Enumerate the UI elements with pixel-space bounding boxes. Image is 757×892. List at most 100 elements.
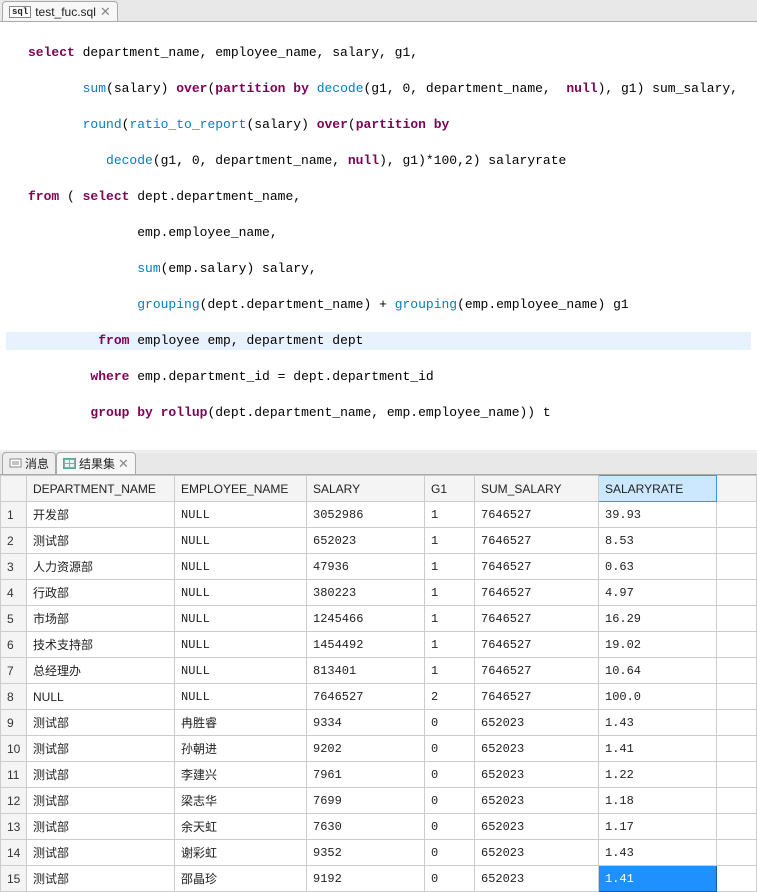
cell-salary[interactable]: 1454492 — [307, 632, 425, 658]
table-row[interactable]: 14测试部谢彩虹935206520231.43 — [1, 840, 757, 866]
cell-employee[interactable]: 邵晶珍 — [175, 866, 307, 892]
row-number[interactable]: 2 — [1, 528, 27, 554]
cell-g1[interactable]: 0 — [425, 866, 475, 892]
cell-department[interactable]: NULL — [27, 684, 175, 710]
cell-g1[interactable]: 1 — [425, 580, 475, 606]
cell-rate[interactable]: 8.53 — [599, 528, 717, 554]
table-row[interactable]: 10测试部孙朝进920206520231.41 — [1, 736, 757, 762]
cell-department[interactable]: 测试部 — [27, 762, 175, 788]
cell-employee[interactable]: 谢彩虹 — [175, 840, 307, 866]
cell-g1[interactable]: 1 — [425, 606, 475, 632]
cell-rate[interactable]: 39.93 — [599, 502, 717, 528]
col-department-name[interactable]: DEPARTMENT_NAME — [27, 476, 175, 502]
close-icon[interactable]: ✕ — [118, 457, 129, 470]
cell-g1[interactable]: 0 — [425, 736, 475, 762]
cell-rate[interactable]: 1.43 — [599, 840, 717, 866]
table-row[interactable]: 7总经理办NULL8134011764652710.64 — [1, 658, 757, 684]
cell-employee[interactable]: 李建兴 — [175, 762, 307, 788]
cell-department[interactable]: 测试部 — [27, 788, 175, 814]
col-employee-name[interactable]: EMPLOYEE_NAME — [175, 476, 307, 502]
sql-editor[interactable]: select department_name, employee_name, s… — [0, 22, 757, 453]
cell-sum[interactable]: 652023 — [475, 710, 599, 736]
table-row[interactable]: 6技术支持部NULL14544921764652719.02 — [1, 632, 757, 658]
table-row[interactable]: 5市场部NULL12454661764652716.29 — [1, 606, 757, 632]
cell-sum[interactable]: 7646527 — [475, 684, 599, 710]
col-g1[interactable]: G1 — [425, 476, 475, 502]
cell-salary[interactable]: 9334 — [307, 710, 425, 736]
cell-salary[interactable]: 7961 — [307, 762, 425, 788]
table-row[interactable]: 4行政部NULL380223176465274.97 — [1, 580, 757, 606]
table-row[interactable]: 15测试部邵晶珍919206520231.41 — [1, 866, 757, 892]
cell-g1[interactable]: 1 — [425, 632, 475, 658]
cell-sum[interactable]: 652023 — [475, 736, 599, 762]
col-salaryrate[interactable]: SALARYRATE — [599, 476, 717, 502]
cell-department[interactable]: 测试部 — [27, 736, 175, 762]
cell-department[interactable]: 行政部 — [27, 580, 175, 606]
cell-salary[interactable]: 3052986 — [307, 502, 425, 528]
cell-sum[interactable]: 652023 — [475, 840, 599, 866]
row-number[interactable]: 12 — [1, 788, 27, 814]
cell-department[interactable]: 测试部 — [27, 814, 175, 840]
cell-salary[interactable]: 9352 — [307, 840, 425, 866]
cell-g1[interactable]: 1 — [425, 528, 475, 554]
cell-sum[interactable]: 652023 — [475, 866, 599, 892]
cell-rate[interactable]: 1.43 — [599, 710, 717, 736]
cell-department[interactable]: 测试部 — [27, 528, 175, 554]
editor-tab[interactable]: sql test_fuc.sql ✕ — [2, 1, 118, 21]
cell-salary[interactable]: 380223 — [307, 580, 425, 606]
cell-department[interactable]: 测试部 — [27, 710, 175, 736]
table-row[interactable]: 12测试部梁志华769906520231.18 — [1, 788, 757, 814]
row-number[interactable]: 3 — [1, 554, 27, 580]
cell-salary[interactable]: 813401 — [307, 658, 425, 684]
cell-department[interactable]: 总经理办 — [27, 658, 175, 684]
cell-sum[interactable]: 652023 — [475, 762, 599, 788]
table-row[interactable]: 2测试部NULL652023176465278.53 — [1, 528, 757, 554]
cell-rate[interactable]: 0.63 — [599, 554, 717, 580]
cell-rate[interactable]: 16.29 — [599, 606, 717, 632]
table-row[interactable]: 9测试部冉胜睿933406520231.43 — [1, 710, 757, 736]
cell-rate[interactable]: 100.0 — [599, 684, 717, 710]
cell-g1[interactable]: 0 — [425, 788, 475, 814]
cell-employee[interactable]: 冉胜睿 — [175, 710, 307, 736]
cell-salary[interactable]: 7646527 — [307, 684, 425, 710]
cell-sum[interactable]: 652023 — [475, 788, 599, 814]
row-number[interactable]: 15 — [1, 866, 27, 892]
table-row[interactable]: 13测试部余天虹763006520231.17 — [1, 814, 757, 840]
cell-rate[interactable]: 4.97 — [599, 580, 717, 606]
close-icon[interactable]: ✕ — [100, 5, 111, 18]
col-salary[interactable]: SALARY — [307, 476, 425, 502]
cell-sum[interactable]: 7646527 — [475, 632, 599, 658]
cell-employee[interactable]: NULL — [175, 684, 307, 710]
corner-cell[interactable] — [1, 476, 27, 502]
cell-rate[interactable]: 1.41 — [599, 736, 717, 762]
cell-employee[interactable]: NULL — [175, 554, 307, 580]
cell-employee[interactable]: 梁志华 — [175, 788, 307, 814]
messages-tab[interactable]: 消息 — [2, 452, 56, 474]
row-number[interactable]: 1 — [1, 502, 27, 528]
cell-employee[interactable]: NULL — [175, 528, 307, 554]
cell-employee[interactable]: 孙朝进 — [175, 736, 307, 762]
row-number[interactable]: 4 — [1, 580, 27, 606]
cell-department[interactable]: 人力资源部 — [27, 554, 175, 580]
row-number[interactable]: 11 — [1, 762, 27, 788]
cell-salary[interactable]: 652023 — [307, 528, 425, 554]
cell-salary[interactable]: 9202 — [307, 736, 425, 762]
row-number[interactable]: 10 — [1, 736, 27, 762]
cell-employee[interactable]: 余天虹 — [175, 814, 307, 840]
cell-employee[interactable]: NULL — [175, 658, 307, 684]
cell-g1[interactable]: 0 — [425, 710, 475, 736]
cell-department[interactable]: 开发部 — [27, 502, 175, 528]
cell-rate[interactable]: 1.22 — [599, 762, 717, 788]
cell-salary[interactable]: 7630 — [307, 814, 425, 840]
cell-sum[interactable]: 7646527 — [475, 502, 599, 528]
row-number[interactable]: 5 — [1, 606, 27, 632]
cell-sum[interactable]: 7646527 — [475, 580, 599, 606]
table-row[interactable]: 8NULLNULL764652727646527100.0 — [1, 684, 757, 710]
cell-sum[interactable]: 7646527 — [475, 528, 599, 554]
cell-salary[interactable]: 7699 — [307, 788, 425, 814]
cell-department[interactable]: 市场部 — [27, 606, 175, 632]
cell-sum[interactable]: 7646527 — [475, 606, 599, 632]
cell-department[interactable]: 测试部 — [27, 866, 175, 892]
cell-g1[interactable]: 0 — [425, 762, 475, 788]
cell-salary[interactable]: 1245466 — [307, 606, 425, 632]
